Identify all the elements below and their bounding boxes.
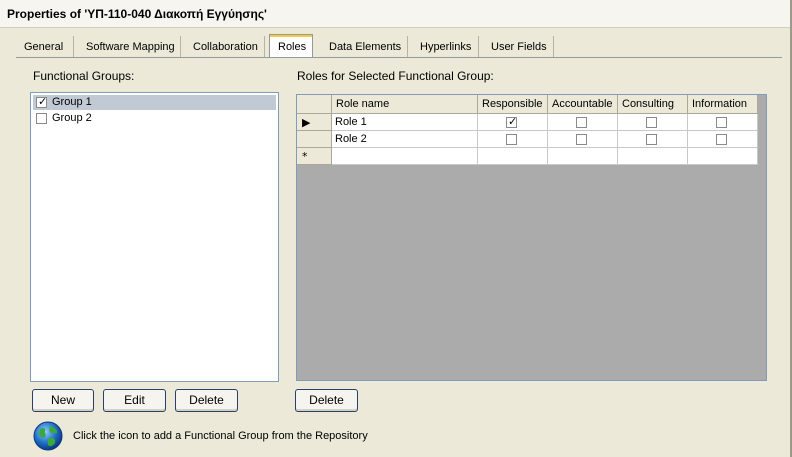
delete-role-button[interactable]: Delete: [295, 389, 358, 412]
list-item[interactable]: Group 2: [33, 111, 276, 126]
accountable-cell[interactable]: [548, 131, 618, 148]
consulting-checkbox[interactable]: [646, 117, 657, 128]
tab-roles[interactable]: Roles: [269, 34, 313, 58]
new-button[interactable]: New: [32, 389, 94, 412]
new-row-cell[interactable]: [618, 148, 688, 165]
table-row[interactable]: Role 1: [332, 114, 478, 131]
globe-icon[interactable]: [32, 420, 64, 452]
group-2-checkbox[interactable]: [36, 113, 47, 124]
functional-groups-list[interactable]: ✓ Group 1 Group 2: [30, 92, 279, 382]
tab-collaboration[interactable]: Collaboration: [185, 36, 265, 58]
list-item-label: Group 1: [52, 96, 92, 108]
column-header-responsible[interactable]: Responsible: [478, 95, 548, 114]
responsible-cell[interactable]: ✓: [478, 114, 548, 131]
consulting-cell[interactable]: [618, 131, 688, 148]
row-header-new[interactable]: *: [297, 148, 332, 165]
responsible-checkbox[interactable]: [506, 134, 517, 145]
information-checkbox[interactable]: [716, 117, 727, 128]
current-row-arrow-icon: ▶: [302, 116, 311, 129]
tab-general[interactable]: General: [16, 36, 74, 58]
accountable-checkbox[interactable]: [576, 134, 587, 145]
roles-label: Roles for Selected Functional Group:: [297, 69, 494, 83]
responsible-cell[interactable]: [478, 131, 548, 148]
responsible-checkbox[interactable]: ✓: [506, 115, 518, 128]
new-row-cell[interactable]: [688, 148, 758, 165]
information-cell[interactable]: [688, 114, 758, 131]
new-row-cell[interactable]: [478, 148, 548, 165]
tab-panel-border: [16, 57, 782, 58]
role-name-cell: Role 2: [335, 133, 367, 145]
new-row-marker: *: [302, 150, 308, 163]
grid-corner-header: [297, 95, 332, 114]
list-item[interactable]: ✓ Group 1: [33, 95, 276, 110]
tab-user-fields[interactable]: User Fields: [483, 36, 554, 58]
role-name-cell: Role 1: [335, 116, 367, 128]
title-bar: Properties of 'ΥΠ-110-040 Διακοπή Εγγύησ…: [0, 0, 792, 28]
accountable-checkbox[interactable]: [576, 117, 587, 128]
tab-hyperlinks[interactable]: Hyperlinks: [412, 36, 479, 58]
new-row-cell[interactable]: [548, 148, 618, 165]
column-header-information[interactable]: Information: [688, 95, 758, 114]
new-row-cell[interactable]: [332, 148, 478, 165]
column-header-role-name[interactable]: Role name: [332, 95, 478, 114]
functional-groups-label: Functional Groups:: [33, 69, 135, 83]
list-item-label: Group 2: [52, 112, 92, 124]
roles-grid[interactable]: Role name Responsible Accountable Consul…: [296, 94, 767, 381]
accountable-cell[interactable]: [548, 114, 618, 131]
window-title: Properties of 'ΥΠ-110-040 Διακοπή Εγγύησ…: [7, 7, 267, 21]
column-header-accountable[interactable]: Accountable: [548, 95, 618, 114]
column-header-consulting[interactable]: Consulting: [618, 95, 688, 114]
check-mark-icon: ✓: [38, 95, 48, 108]
edit-button[interactable]: Edit: [103, 389, 166, 412]
row-header[interactable]: [297, 131, 332, 148]
group-1-checkbox[interactable]: ✓: [36, 95, 48, 108]
table-row[interactable]: Role 2: [332, 131, 478, 148]
check-mark-icon: ✓: [508, 115, 518, 128]
information-checkbox[interactable]: [716, 134, 727, 145]
tab-software-mapping[interactable]: Software Mapping: [78, 36, 181, 58]
row-header-current[interactable]: ▶: [297, 114, 332, 131]
consulting-cell[interactable]: [618, 114, 688, 131]
information-cell[interactable]: [688, 131, 758, 148]
delete-group-button[interactable]: Delete: [175, 389, 238, 412]
hint-text: Click the icon to add a Functional Group…: [73, 430, 368, 442]
tab-data-elements[interactable]: Data Elements: [321, 36, 408, 58]
consulting-checkbox[interactable]: [646, 134, 657, 145]
